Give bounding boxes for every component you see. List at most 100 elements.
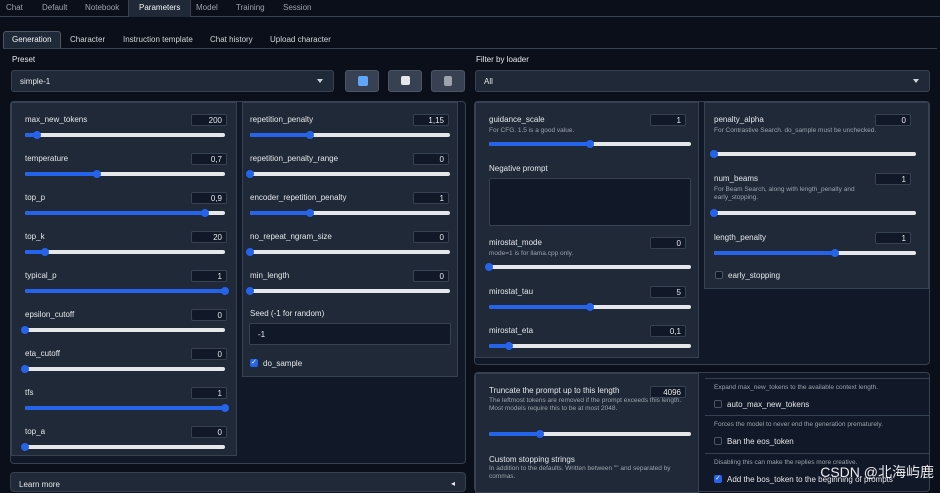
slider-number-input[interactable]: 1 [875,173,911,185]
slider-number-input[interactable]: 0,9 [191,192,227,204]
option-label: auto_max_new_tokens [727,400,810,409]
truncate-knob[interactable] [535,430,544,438]
slider-number-input[interactable]: 20 [191,231,227,243]
slider-knob[interactable] [586,140,594,148]
slider-knob[interactable] [201,209,209,217]
slider-knob[interactable] [246,248,254,256]
slider-number-input[interactable]: 1 [413,192,449,204]
slider-knob[interactable] [221,287,229,295]
slider-number-input[interactable]: 0 [413,270,449,282]
slider-epsilon-cutoff: epsilon_cutoff 0 [11,304,237,342]
truncate-slider[interactable] [489,430,691,438]
slider-knob[interactable] [21,443,29,451]
option-info: Expand max_new_tokens to the available c… [714,384,879,391]
tab-notebook[interactable]: Notebook [85,0,119,16]
slider-number-input[interactable]: 0,1 [650,325,686,337]
slider-track[interactable] [250,131,450,139]
slider-number-input[interactable]: 1 [191,270,227,282]
slider-number-input[interactable]: 1,15 [413,114,449,126]
slider-number-input[interactable]: 1 [875,232,911,244]
seed-input[interactable]: -1 [249,323,451,345]
slider-number-input[interactable]: 0 [650,237,686,249]
save-button[interactable] [388,70,422,92]
slider-track[interactable] [489,140,691,148]
tab-upload-character[interactable]: Upload character [270,32,331,48]
preset-dropdown[interactable]: simple-1 [11,70,334,92]
slider-track[interactable] [25,404,229,412]
slider-number-input[interactable]: 0 [413,153,449,165]
slider-track[interactable] [25,170,225,178]
slider-knob[interactable] [33,131,41,139]
slider-knob[interactable] [485,263,493,271]
slider-knob[interactable] [586,303,594,311]
slider-number-input[interactable]: 5 [650,286,686,298]
loader-dropdown[interactable]: All [475,70,930,92]
tab-model[interactable]: Model [196,0,218,16]
tab-chat-history[interactable]: Chat history [210,32,253,48]
slider-track[interactable] [21,443,225,451]
option-checkbox[interactable] [714,437,722,445]
slider-label: typical_p [25,271,57,280]
slider-track[interactable] [25,209,225,217]
slider-track[interactable] [25,248,225,256]
slider-track[interactable] [246,170,450,178]
slider-number-input[interactable]: 0,7 [191,153,227,165]
tab-session[interactable]: Session [283,0,311,16]
preset-label: Preset [12,55,36,64]
slider-track[interactable] [485,263,691,271]
tab-instruction-template[interactable]: Instruction template [123,32,193,48]
slider-guidance-scale: guidance_scale 1 For CFG. 1.5 is a good va… [475,109,699,148]
slider-fill [250,133,310,137]
slider-track[interactable] [246,287,450,295]
slider-knob[interactable] [246,287,254,295]
slider-knob[interactable] [21,326,29,334]
option-checkbox[interactable] [714,474,722,483]
slider-track[interactable] [25,287,229,295]
option-checkbox[interactable] [714,400,722,408]
negative-prompt-input[interactable] [489,178,691,226]
slider-track[interactable] [714,249,916,257]
early-stopping-checkbox[interactable] [715,271,723,279]
slider-number-input[interactable]: 0 [413,231,449,243]
slider-number-input[interactable]: 0 [191,309,227,321]
tab-chat[interactable]: Chat [6,0,23,16]
slider-number-input[interactable]: 0 [875,114,911,126]
slider-knob[interactable] [21,365,29,373]
tab-default[interactable]: Default [42,0,67,16]
slider-track[interactable] [250,209,450,217]
slider-track[interactable] [489,342,691,350]
slider-knob[interactable] [221,404,229,412]
slider-mirostat-eta: mirostat_eta 0,1 [475,320,699,358]
slider-number-input[interactable]: 1 [650,114,686,126]
tab-generation[interactable]: Generation [3,31,61,48]
do-sample-checkbox[interactable] [250,358,258,367]
slider-track[interactable] [710,150,916,158]
slider-knob[interactable] [246,170,254,178]
delete-button[interactable] [431,70,465,92]
tab-character[interactable]: Character [70,32,105,48]
slider-track[interactable] [21,365,225,373]
slider-knob[interactable] [710,150,718,158]
slider-number-input[interactable]: 0 [191,426,227,438]
tab-parameters[interactable]: Parameters [128,0,192,17]
slider-number-input[interactable]: 0 [191,348,227,360]
refresh-button[interactable] [345,70,379,92]
slider-knob[interactable] [93,170,101,178]
slider-knob[interactable] [41,248,49,256]
slider-number-input[interactable]: 1 [191,387,227,399]
slider-track[interactable] [489,303,691,311]
slider-knob[interactable] [505,342,514,350]
save-icon [401,76,410,85]
slider-knob[interactable] [306,131,314,139]
slider-knob[interactable] [710,209,718,217]
slider-track[interactable] [21,326,225,334]
slider-length-penalty: length_penalty 1 [700,227,929,265]
slider-number-input[interactable]: 200 [191,114,227,126]
tab-training[interactable]: Training [236,0,265,16]
slider-knob[interactable] [831,249,840,257]
slider-track[interactable] [246,248,450,256]
learn-more-accordion[interactable]: Learn more ◂ [10,472,466,492]
slider-track[interactable] [710,209,916,217]
slider-knob[interactable] [306,209,314,217]
slider-track[interactable] [25,131,225,139]
